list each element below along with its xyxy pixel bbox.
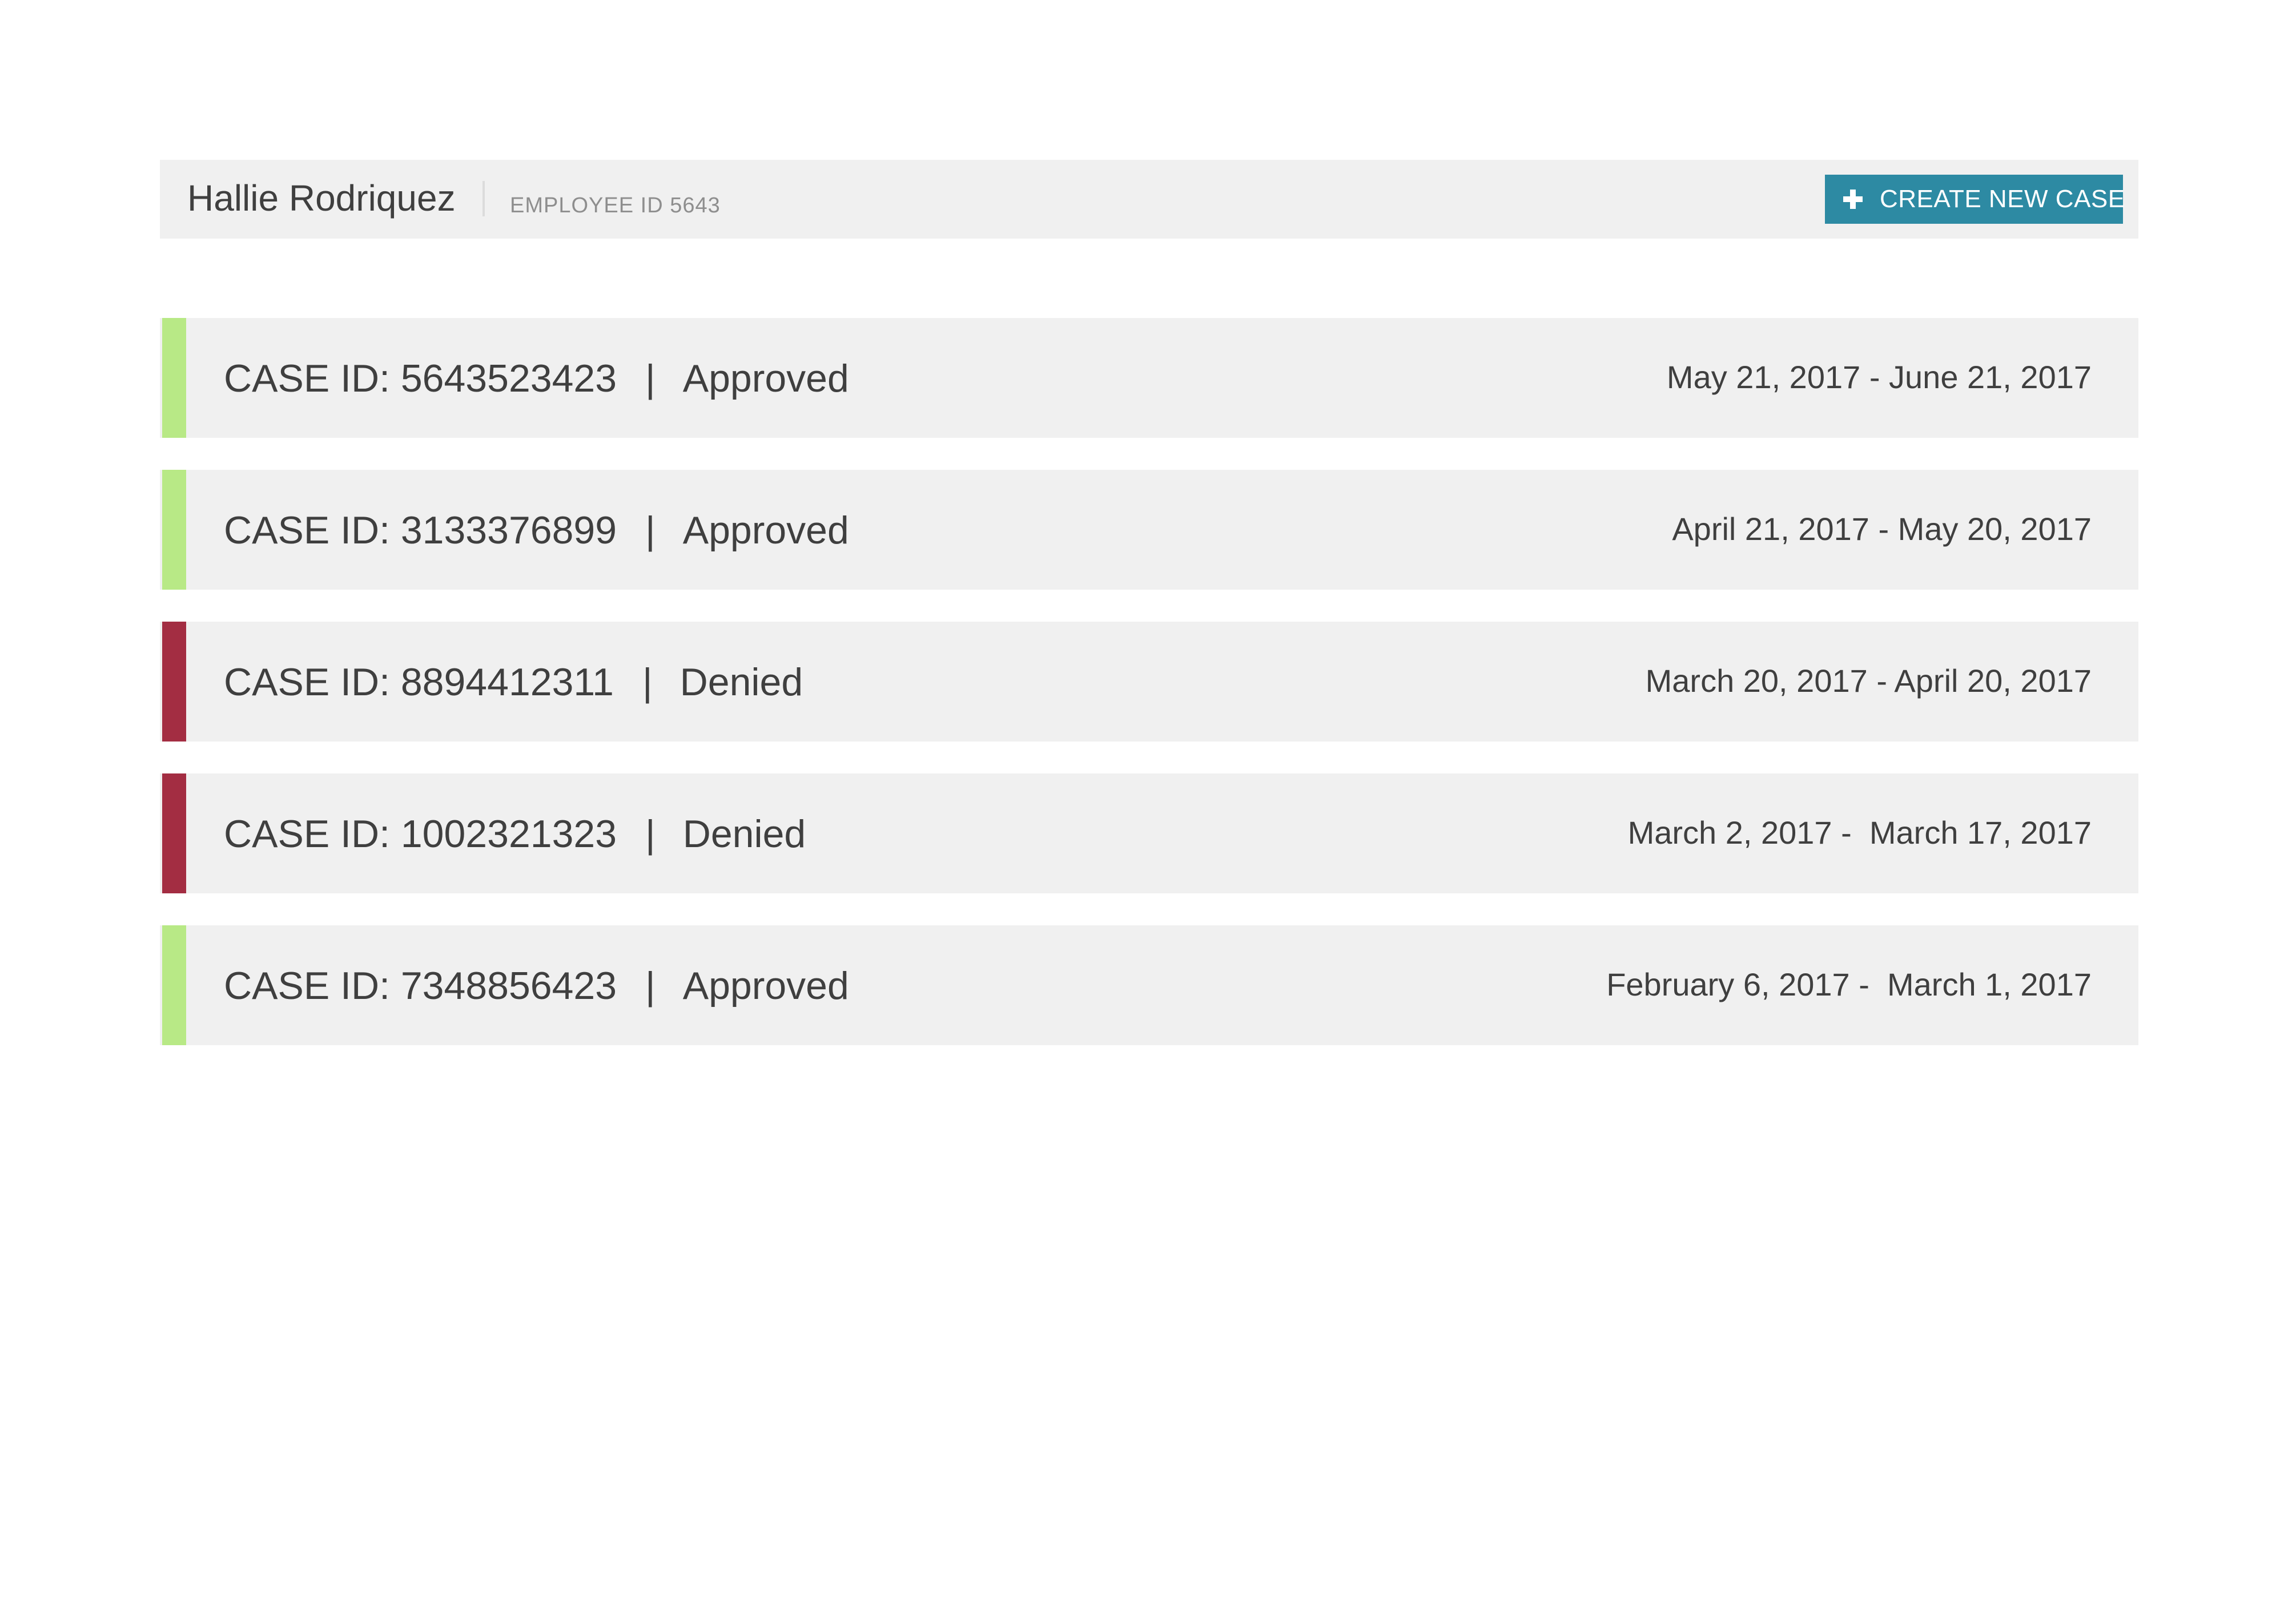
case-row[interactable]: CASE ID: 3133376899 | Approved April 21, 2… [160, 470, 2138, 590]
case-row[interactable]: CASE ID: 7348856423 | Approved February 6,… [160, 925, 2138, 1045]
case-row[interactable]: CASE ID: 8894412311 | Denied March 20, 201… [160, 622, 2138, 742]
employee-name: Hallie Rodriquez [187, 178, 456, 219]
status-indicator [162, 925, 186, 1045]
case-list: CASE ID: 5643523423 | Approved May 21, 201… [160, 318, 2138, 1077]
plus-icon [1843, 190, 1863, 209]
employee-id: EMPLOYEE ID 5643 [510, 194, 721, 217]
case-separator: | [645, 964, 656, 1008]
employee-header: Hallie Rodriquez EMPLOYEE ID 5643 CREATE… [160, 160, 2138, 239]
create-new-case-label: CREATE NEW CASE [1880, 185, 2125, 213]
case-row[interactable]: CASE ID: 5643523423 | Approved May 21, 201… [160, 318, 2138, 438]
case-status: Approved [682, 509, 849, 552]
case-summary: CASE ID: 8894412311 | Denied [224, 660, 803, 704]
case-summary: CASE ID: 3133376899 | Approved [224, 509, 849, 552]
case-summary: CASE ID: 5643523423 | Approved [224, 357, 849, 400]
case-separator: | [645, 509, 656, 552]
status-indicator [162, 622, 186, 742]
case-date-range: May 21, 2017 - June 21, 2017 [1666, 359, 2092, 395]
case-date-range: March 20, 2017 - April 20, 2017 [1645, 663, 2092, 699]
header-divider [482, 181, 485, 216]
status-indicator [162, 773, 186, 893]
case-row[interactable]: CASE ID: 1002321323 | Denied March 2, 2017… [160, 773, 2138, 893]
create-new-case-button[interactable]: CREATE NEW CASE [1825, 175, 2125, 224]
case-id: CASE ID: 3133376899 [224, 509, 617, 552]
case-date-range: March 2, 2017 - March 17, 2017 [1627, 815, 2092, 851]
case-separator: | [642, 660, 653, 704]
status-indicator [162, 470, 186, 590]
case-separator: | [645, 812, 656, 856]
case-id: CASE ID: 1002321323 [224, 812, 617, 856]
case-id: CASE ID: 7348856423 [224, 964, 617, 1008]
case-separator: | [645, 357, 656, 400]
case-status: Denied [679, 660, 803, 704]
case-summary: CASE ID: 1002321323 | Denied [224, 812, 806, 856]
case-id: CASE ID: 5643523423 [224, 357, 617, 400]
case-summary: CASE ID: 7348856423 | Approved [224, 964, 849, 1008]
case-status: Approved [682, 964, 849, 1008]
case-id: CASE ID: 8894412311 [224, 660, 614, 704]
case-status: Denied [682, 812, 806, 856]
case-date-range: February 6, 2017 - March 1, 2017 [1606, 966, 2092, 1002]
case-status: Approved [682, 357, 849, 400]
case-date-range: April 21, 2017 - May 20, 2017 [1672, 511, 2092, 547]
status-indicator [162, 318, 186, 438]
